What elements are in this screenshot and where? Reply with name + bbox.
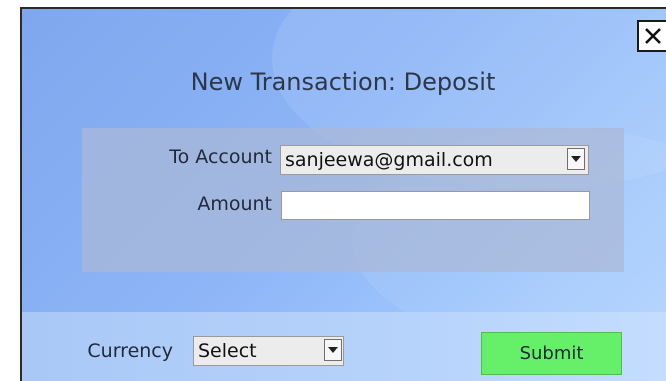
currency-label: Currency bbox=[87, 340, 173, 362]
chevron-down-icon bbox=[328, 347, 338, 353]
submit-button[interactable]: Submit bbox=[481, 332, 622, 375]
to-account-dropdown-arrow[interactable] bbox=[567, 148, 585, 170]
currency-selected-value: Select bbox=[198, 340, 257, 362]
chevron-down-icon bbox=[571, 156, 581, 162]
currency-select[interactable]: Select bbox=[193, 336, 344, 366]
amount-label: Amount bbox=[197, 193, 272, 215]
close-button[interactable] bbox=[637, 20, 666, 52]
to-account-select[interactable]: sanjeewa@gmail.com bbox=[280, 145, 589, 175]
dialog-title: New Transaction: Deposit bbox=[190, 68, 496, 96]
amount-input[interactable] bbox=[281, 191, 590, 220]
to-account-selected-value: sanjeewa@gmail.com bbox=[285, 149, 493, 171]
close-icon bbox=[644, 28, 661, 44]
to-account-label: To Account bbox=[169, 146, 272, 168]
currency-dropdown-arrow[interactable] bbox=[324, 339, 342, 361]
dialog-window: New Transaction: Deposit To Account sanj… bbox=[0, 0, 666, 381]
